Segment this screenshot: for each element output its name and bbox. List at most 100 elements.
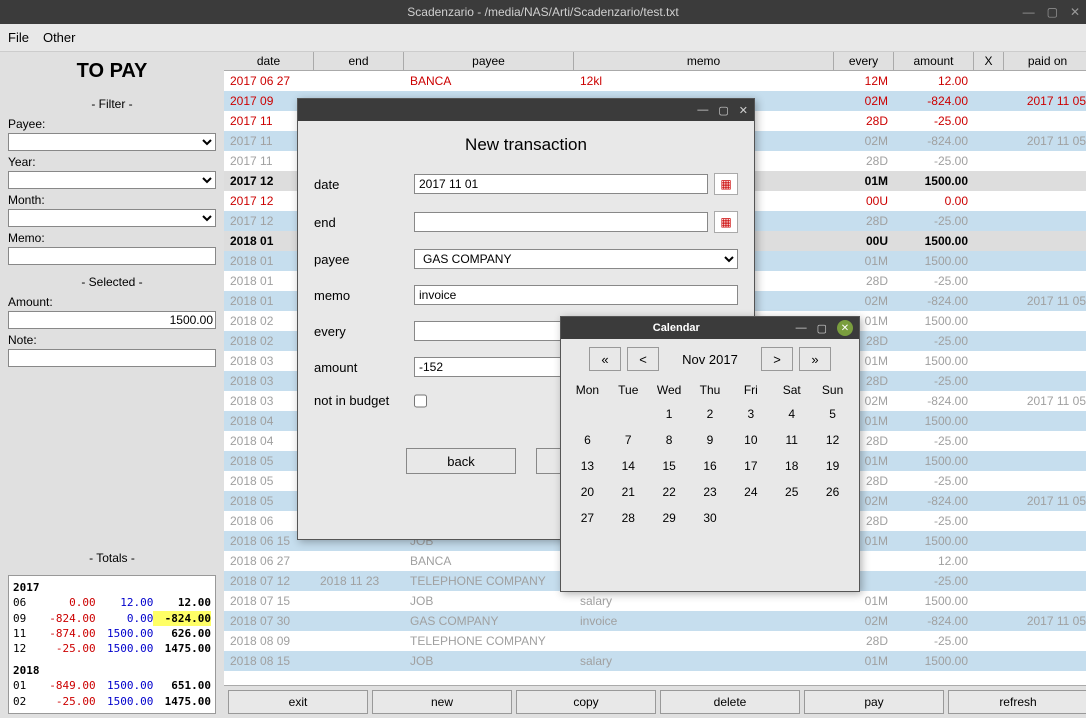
- next-month-button[interactable]: >: [761, 347, 793, 371]
- date-field-label: date: [314, 177, 414, 192]
- calendar-dow: Wed: [649, 379, 690, 401]
- calendar-day[interactable]: 23: [690, 479, 731, 505]
- col-paid[interactable]: paid on: [1004, 52, 1086, 70]
- year-filter-select[interactable]: [8, 171, 216, 189]
- memo-filter-label: Memo:: [8, 231, 216, 245]
- close-icon[interactable]: ✕: [1070, 5, 1080, 19]
- prev-month-button[interactable]: <: [627, 347, 659, 371]
- calendar-day: [812, 505, 853, 531]
- dialog-title: New transaction: [298, 135, 754, 155]
- payee-filter-label: Payee:: [8, 117, 216, 131]
- date-calendar-icon[interactable]: ▦: [714, 173, 738, 195]
- calendar-dow: Tue: [608, 379, 649, 401]
- memo-filter-input[interactable]: [8, 247, 216, 265]
- calendar-day[interactable]: 9: [690, 427, 731, 453]
- col-amount[interactable]: amount: [894, 52, 974, 70]
- calendar-dow: Thu: [690, 379, 731, 401]
- new-button[interactable]: new: [372, 690, 512, 714]
- maximize-icon[interactable]: ▢: [1047, 5, 1058, 19]
- end-field[interactable]: [414, 212, 708, 232]
- calendar-dow: Sun: [812, 379, 853, 401]
- prev-year-button[interactable]: «: [589, 347, 621, 371]
- calendar-day[interactable]: 17: [730, 453, 771, 479]
- calendar-day[interactable]: 30: [690, 505, 731, 531]
- pay-button[interactable]: pay: [804, 690, 944, 714]
- table-row[interactable]: 2018 08 15JOBsalary01M1500.00: [224, 651, 1086, 671]
- copy-button[interactable]: copy: [516, 690, 656, 714]
- calendar-day: [567, 401, 608, 427]
- window-title: Scadenzario - /media/NAS/Arti/Scadenzari…: [407, 5, 678, 19]
- col-date[interactable]: date: [224, 52, 314, 70]
- memo-field-label: memo: [314, 288, 414, 303]
- budget-checkbox[interactable]: [414, 394, 427, 408]
- calendar-day[interactable]: 10: [730, 427, 771, 453]
- calendar-day[interactable]: 26: [812, 479, 853, 505]
- minimize-icon[interactable]: —: [1023, 5, 1035, 19]
- amount-field-label: amount: [314, 360, 414, 375]
- calendar-day[interactable]: 8: [649, 427, 690, 453]
- calendar-day[interactable]: 1: [649, 401, 690, 427]
- col-every[interactable]: every: [834, 52, 894, 70]
- totals-box: 2017 060.0012.0012.00 09-824.000.00-824.…: [8, 575, 216, 714]
- table-row[interactable]: 2018 07 30GAS COMPANYinvoice02M-824.0020…: [224, 611, 1086, 631]
- table-row[interactable]: 2017 06 27BANCA12kl12M12.00: [224, 71, 1086, 91]
- calendar-day: [771, 505, 812, 531]
- calendar-day[interactable]: 25: [771, 479, 812, 505]
- table-row[interactable]: 2018 07 15JOBsalary01M1500.00: [224, 591, 1086, 611]
- date-field[interactable]: [414, 174, 708, 194]
- calendar-day[interactable]: 11: [771, 427, 812, 453]
- refresh-button[interactable]: refresh: [948, 690, 1086, 714]
- calendar-day[interactable]: 16: [690, 453, 731, 479]
- calendar-day[interactable]: 21: [608, 479, 649, 505]
- dialog-maximize-icon[interactable]: ▢: [718, 104, 728, 117]
- calendar-day[interactable]: 7: [608, 427, 649, 453]
- col-end[interactable]: end: [314, 52, 404, 70]
- calendar-day[interactable]: 12: [812, 427, 853, 453]
- calendar-dow: Fri: [730, 379, 771, 401]
- col-x[interactable]: X: [974, 52, 1004, 70]
- delete-button[interactable]: delete: [660, 690, 800, 714]
- calendar-day[interactable]: 2: [690, 401, 731, 427]
- dialog-minimize-icon[interactable]: —: [697, 104, 708, 116]
- calendar-month-year: Nov 2017: [665, 352, 755, 367]
- calendar-day[interactable]: 18: [771, 453, 812, 479]
- col-memo[interactable]: memo: [574, 52, 834, 70]
- calendar-day[interactable]: 6: [567, 427, 608, 453]
- calendar-minimize-icon[interactable]: —: [796, 322, 807, 334]
- payee-field-label: payee: [314, 252, 414, 267]
- dialog-close-icon[interactable]: ✕: [739, 104, 748, 117]
- calendar-day[interactable]: 3: [730, 401, 771, 427]
- back-button[interactable]: back: [406, 448, 516, 474]
- calendar-day[interactable]: 5: [812, 401, 853, 427]
- grid-header: date end payee memo every amount X paid …: [224, 52, 1086, 71]
- amount-label: Amount:: [8, 295, 216, 309]
- calendar-day[interactable]: 28: [608, 505, 649, 531]
- calendar-close-icon[interactable]: ✕: [837, 320, 853, 336]
- calendar-day[interactable]: 24: [730, 479, 771, 505]
- calendar-day[interactable]: 20: [567, 479, 608, 505]
- calendar-day[interactable]: 15: [649, 453, 690, 479]
- menu-other[interactable]: Other: [43, 30, 76, 45]
- calendar-day[interactable]: 22: [649, 479, 690, 505]
- col-payee[interactable]: payee: [404, 52, 574, 70]
- amount-input[interactable]: [8, 311, 216, 329]
- note-label: Note:: [8, 333, 216, 347]
- next-year-button[interactable]: »: [799, 347, 831, 371]
- end-field-label: end: [314, 215, 414, 230]
- calendar-day[interactable]: 29: [649, 505, 690, 531]
- payee-field[interactable]: GAS COMPANY: [414, 249, 738, 269]
- calendar-day[interactable]: 27: [567, 505, 608, 531]
- menu-file[interactable]: File: [8, 30, 29, 45]
- calendar-day[interactable]: 13: [567, 453, 608, 479]
- exit-button[interactable]: exit: [228, 690, 368, 714]
- calendar-day[interactable]: 4: [771, 401, 812, 427]
- month-filter-select[interactable]: [8, 209, 216, 227]
- end-calendar-icon[interactable]: ▦: [714, 211, 738, 233]
- note-input[interactable]: [8, 349, 216, 367]
- memo-field[interactable]: [414, 285, 738, 305]
- table-row[interactable]: 2018 08 09TELEPHONE COMPANY28D-25.00: [224, 631, 1086, 651]
- calendar-day[interactable]: 14: [608, 453, 649, 479]
- payee-filter-select[interactable]: [8, 133, 216, 151]
- calendar-day[interactable]: 19: [812, 453, 853, 479]
- calendar-maximize-icon[interactable]: ▢: [817, 322, 827, 335]
